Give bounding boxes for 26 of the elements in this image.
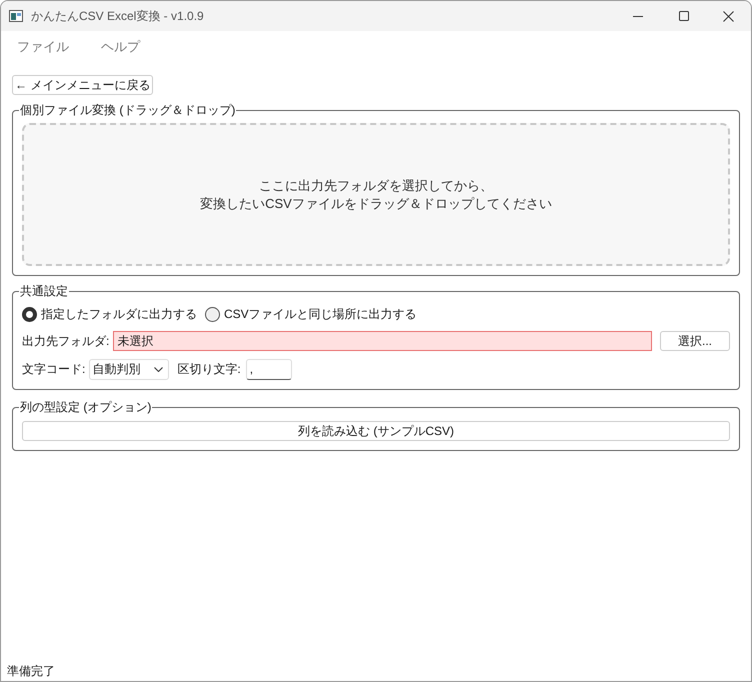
radio-option[interactable]: CSVファイルと同じ場所に出力する <box>205 305 417 323</box>
maximize-icon[interactable] <box>679 11 689 21</box>
drop-message: ここに出力先フォルダを選択してから、 変換したいCSVファイルをドラッグ＆ドロップしてください <box>200 176 552 212</box>
radio-button[interactable] <box>22 306 37 322</box>
group-title: 個別ファイル変換 (ドラッグ＆ドロップ) <box>19 102 236 119</box>
field-label: 文字コード: <box>22 361 86 378</box>
radio-option[interactable]: 指定したフォルダに出力する <box>22 305 197 323</box>
back-button[interactable]: ← メインメニューに戻る <box>12 75 154 95</box>
menu-item[interactable]: ファイル <box>17 37 69 57</box>
load-columns-button[interactable]: 列を読み込む (サンプルCSV) <box>22 421 730 441</box>
delimiter-field[interactable]: , <box>246 358 292 380</box>
status-text: 準備完了 <box>7 663 55 680</box>
drop-zone[interactable]: ここに出力先フォルダを選択してから、 変換したいCSVファイルをドラッグ＆ドロップしてください <box>22 123 730 266</box>
folder-field[interactable]: 未選択 <box>113 331 652 351</box>
group-title: 列の型設定 (オプション) <box>19 399 152 416</box>
field-label: 出力先フォルダ: <box>22 333 110 350</box>
encoding-dropdown[interactable]: 自動判別 <box>89 358 170 380</box>
select-button[interactable]: 選択... <box>660 331 730 351</box>
group-title: 共通設定 <box>19 283 69 300</box>
window-title: かんたんCSV Excel変換 - v1.0.9 <box>31 8 204 25</box>
close-icon[interactable] <box>723 10 734 22</box>
field-label: 区切り文字: <box>177 361 241 378</box>
radio-button[interactable] <box>205 306 220 322</box>
menu-item[interactable]: ヘルプ <box>101 37 140 57</box>
app-icon <box>9 10 23 22</box>
chevron-down-icon <box>154 366 164 372</box>
